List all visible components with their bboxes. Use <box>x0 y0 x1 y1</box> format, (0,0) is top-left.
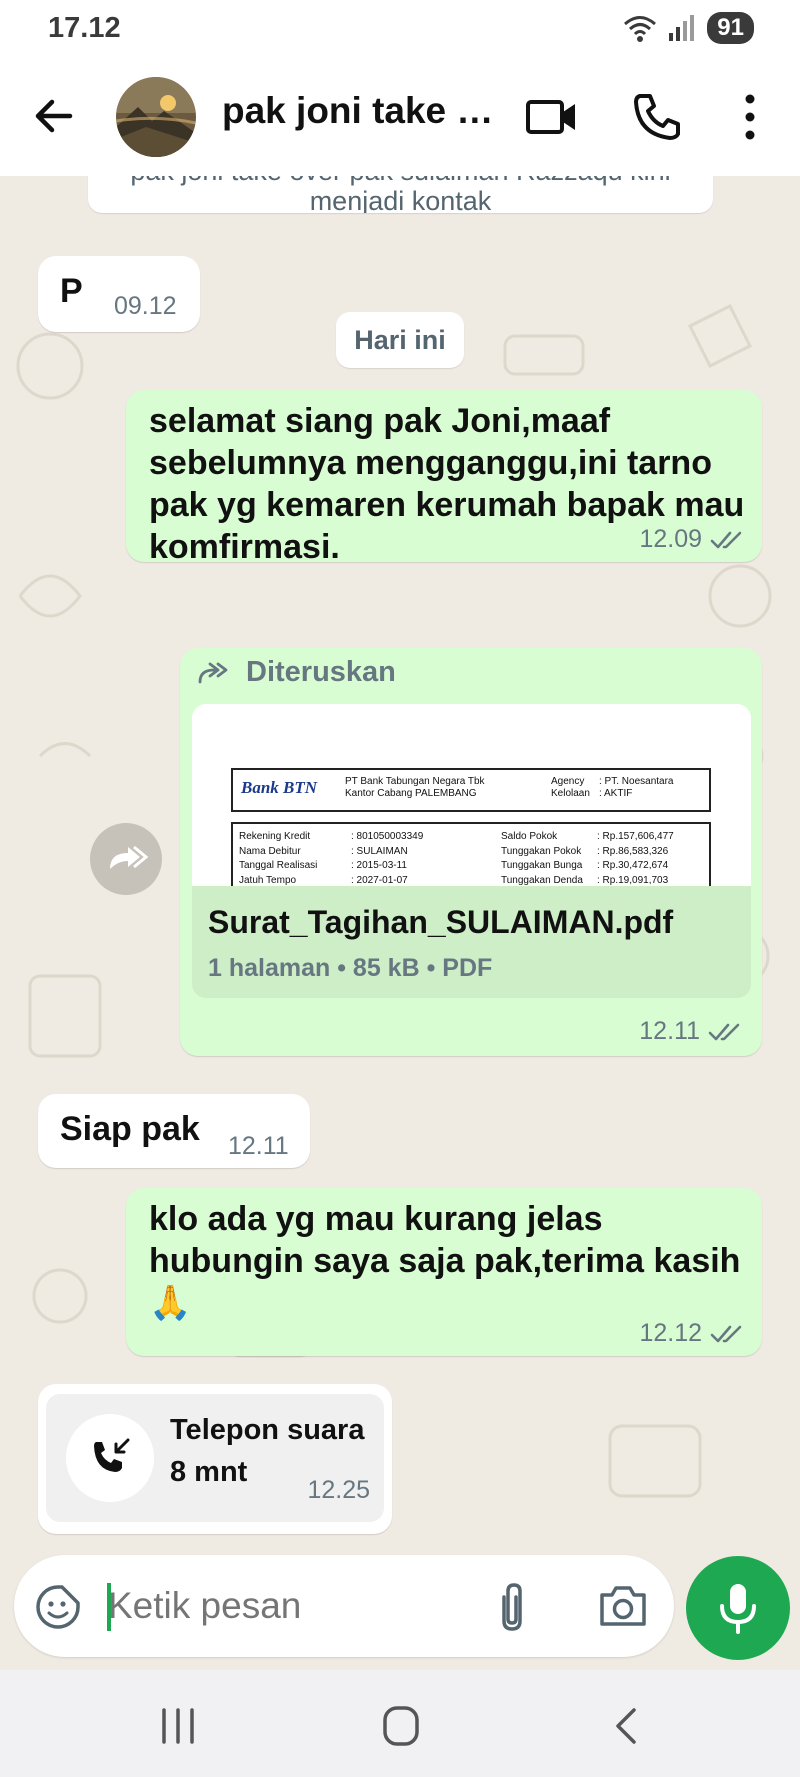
document-row: Nama Debitur : SULAIMAN Tunggakan Pokok : R… <box>239 845 717 860</box>
message-forwarded-document[interactable]: Diteruskan Bank BTN PT Bank Tabungan Neg… <box>180 648 762 1056</box>
message-time: 12.12 <box>639 1319 702 1347</box>
document-cell: Tanggal Realisasi <box>239 860 318 871</box>
message-incoming[interactable]: P 09.12 <box>38 256 200 332</box>
document-cell: : SULAIMAN <box>351 845 408 857</box>
video-call-icon[interactable] <box>525 90 579 144</box>
message-outgoing[interactable]: selamat siang pak Joni,maaf sebelumnya m… <box>126 390 762 566</box>
message-text: P <box>60 272 83 310</box>
home-icon[interactable] <box>381 1704 421 1748</box>
document-info[interactable]: Surat_Tagihan_SULAIMAN.pdf 1 halaman • 8… <box>192 886 751 998</box>
document-preview[interactable]: Bank BTN PT Bank Tabungan Negara Tbk Kan… <box>192 704 751 886</box>
avatar-image <box>116 77 196 157</box>
message-input[interactable] <box>108 1575 428 1637</box>
status-time: 17.12 <box>48 12 121 44</box>
date-chip-label: Hari ini <box>354 325 446 355</box>
message-text: klo ada yg mau kurang jelas hubungin say… <box>149 1200 741 1322</box>
message-outgoing[interactable]: klo ada yg mau kurang jelas hubungin say… <box>126 1188 762 1356</box>
document-cell: : 801050003349 <box>351 831 424 842</box>
attach-paperclip-icon[interactable] <box>492 1579 532 1635</box>
forwarded-label: Diteruskan <box>246 656 396 688</box>
message-time: 09.12 <box>114 292 177 320</box>
status-bar: 17.12 91 <box>0 0 800 62</box>
document-cell: : Rp.157,606,477 <box>597 831 674 842</box>
document-row: Tanggal Realisasi : 2015-03-11 Tunggakan B… <box>239 859 717 874</box>
recent-apps-icon[interactable] <box>158 1706 198 1746</box>
file-name: Surat_Tagihan_SULAIMAN.pdf <box>208 904 674 940</box>
document-table: Rekening Kredit : 801050003349 Saldo Pokok… <box>231 822 711 886</box>
message-incoming[interactable]: Siap pak 12.11 <box>38 1094 310 1168</box>
read-ticks-icon <box>708 1023 740 1040</box>
voice-call-icon[interactable] <box>630 90 684 144</box>
read-ticks-icon <box>710 531 742 548</box>
document-row: Rekening Kredit : 801050003349 Saldo Pokok… <box>239 830 717 845</box>
back-arrow-icon[interactable] <box>30 92 78 140</box>
document-cell: Tunggakan Bunga <box>501 860 583 871</box>
forwarded-label-row: Diteruskan <box>198 656 396 689</box>
document-cell: : 2015-03-11 <box>351 860 407 871</box>
message-time: 12.09 <box>639 525 702 553</box>
forwarded-icon <box>198 662 228 683</box>
battery-indicator: 91 <box>707 12 754 44</box>
contact-name[interactable]: pak joni take o… <box>222 90 502 132</box>
agency-info: Agency: PT. Noesantara Kelolaan: AKTIF <box>551 776 674 799</box>
microphone-icon <box>720 1584 756 1634</box>
system-message-text: pak joni take over pak sulaiman Razzaqu … <box>130 176 670 213</box>
bank-branch: Kantor Cabang PALEMBANG <box>345 788 477 799</box>
voice-record-button[interactable] <box>686 1556 790 1660</box>
document-cell: Rekening Kredit <box>239 831 311 842</box>
message-text: Siap pak <box>60 1110 200 1148</box>
message-status: 12.11 <box>639 1017 744 1046</box>
call-message[interactable]: Telepon suara 8 mnt 12.25 <box>38 1384 392 1534</box>
document-cell: Tunggakan Pokok <box>501 845 582 857</box>
message-time: 12.11 <box>228 1132 289 1160</box>
document-cell: : Rp.30,472,674 <box>597 860 669 871</box>
chat-header: pak joni take o… <box>0 62 800 176</box>
forward-share-icon <box>110 845 149 869</box>
call-duration: 8 mnt <box>170 1456 248 1488</box>
signal-icon <box>669 15 695 41</box>
bank-name: PT Bank Tabungan Negara Tbk <box>345 776 485 787</box>
forward-share-button[interactable] <box>90 823 162 895</box>
message-composer[interactable] <box>14 1555 674 1657</box>
call-icon-circle <box>66 1414 154 1502</box>
bank-info: PT Bank Tabungan Negara Tbk Kantor Caban… <box>345 776 485 800</box>
back-nav-icon[interactable] <box>608 1704 644 1748</box>
chat-area[interactable]: pak joni take over pak sulaiman Razzaqu … <box>0 176 800 1556</box>
system-message: pak joni take over pak sulaiman Razzaqu … <box>88 176 713 213</box>
read-ticks-icon <box>710 1325 742 1342</box>
praying-hands-emoji: 🙏 <box>149 1284 192 1322</box>
system-nav-bar <box>0 1670 800 1777</box>
message-time: 12.11 <box>639 1017 700 1045</box>
date-chip: Hari ini <box>336 312 464 368</box>
incoming-call-icon <box>94 1438 130 1472</box>
document-cell: : Rp.86,583,326 <box>597 845 669 857</box>
document-row: Jatuh Tempo : 2027-01-07 Tunggakan Denda : … <box>239 874 717 887</box>
document-cell: : Rp.19,091,703 <box>597 874 669 886</box>
document-cell: : 2027-01-07 <box>351 874 408 886</box>
bank-logo: Bank BTN <box>241 778 318 797</box>
document-cell: Saldo Pokok <box>501 831 558 842</box>
message-status: 12.12 <box>639 1319 746 1348</box>
document-rows: Rekening Kredit : 801050003349 Saldo Pokok… <box>239 830 717 886</box>
more-options-icon[interactable] <box>723 90 777 144</box>
call-title: Telepon suara <box>170 1414 365 1446</box>
document-cell: Nama Debitur <box>239 845 301 857</box>
message-status: 12.09 <box>639 525 746 554</box>
file-meta: 1 halaman • 85 kB • PDF <box>208 954 493 982</box>
status-icons: 91 <box>623 12 754 44</box>
document-header-box: Bank BTN PT Bank Tabungan Negara Tbk Kan… <box>231 768 711 812</box>
message-time: 12.25 <box>307 1476 370 1504</box>
call-card[interactable]: Telepon suara 8 mnt 12.25 <box>46 1394 384 1522</box>
document-cell: Jatuh Tempo <box>239 874 297 886</box>
document-cell: Tunggakan Denda <box>501 874 583 886</box>
avatar[interactable] <box>116 77 196 157</box>
sticker-emoji-icon[interactable] <box>34 1583 82 1631</box>
camera-icon[interactable] <box>598 1583 648 1629</box>
wifi-icon <box>624 16 657 42</box>
